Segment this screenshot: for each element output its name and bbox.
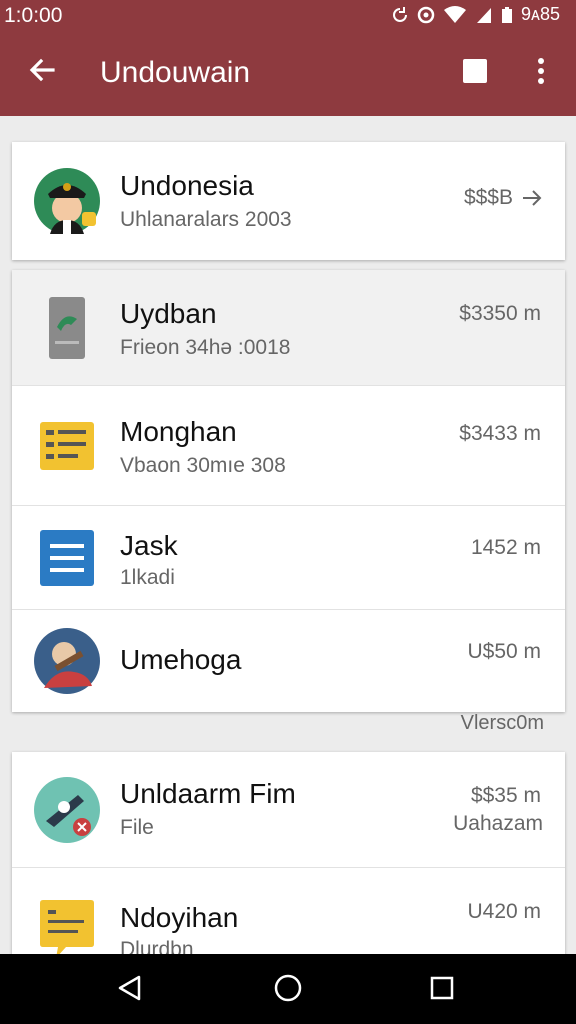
list-item-amount: $3433 m — [459, 422, 541, 445]
list-item-subtitle: 1lkadi — [120, 566, 175, 589]
photo-avatar-icon — [34, 628, 100, 694]
more-vert-icon — [537, 57, 545, 90]
header-row[interactable]: Undonesia Uhlanaralars 2003 $$$B — [12, 142, 565, 260]
header-title: Undonesia — [120, 170, 254, 201]
nav-recents-button[interactable] — [424, 972, 460, 1008]
list-item-title: Uydban — [120, 298, 217, 329]
list-item[interactable]: Unldaarm Fim File $$35 m Uahazam — [12, 752, 565, 868]
more-options-button[interactable] — [528, 56, 554, 90]
header-amount: $$$B — [463, 186, 513, 209]
navigation-bar — [0, 954, 576, 1024]
sync-icon — [391, 6, 409, 24]
app-bar: 1:0:00 9ᴀ85 Undouwain — [0, 0, 576, 116]
battery-text: 9ᴀ85 — [521, 4, 560, 24]
header-card[interactable]: Undonesia Uhlanaralars 2003 $$$B — [12, 142, 565, 260]
list-item[interactable]: Monghan Vbaon 30mıe 308 $3433 m — [12, 386, 565, 506]
list-card-2: Unldaarm Fim File $$35 m Uahazam Ndoyiha… — [12, 752, 565, 962]
avatar — [34, 168, 100, 234]
list-item[interactable]: Uydban Frieon 34hə :0018 $3350 m — [12, 270, 565, 386]
list-item-title: Ndoyihan — [120, 902, 239, 933]
nav-back-button[interactable] — [112, 972, 148, 1008]
nav-home-icon — [273, 973, 303, 1008]
list-item-title: Jask — [120, 530, 178, 561]
list-item-amount-secondary: Uahazam — [453, 812, 543, 835]
toolbar: Undouwain — [0, 36, 576, 108]
nav-recents-icon — [430, 976, 454, 1005]
chat-yellow-icon — [34, 896, 100, 962]
nav-back-icon — [117, 975, 143, 1006]
list-item[interactable]: Umehoga U$50 m — [12, 610, 565, 712]
action-button[interactable] — [460, 58, 490, 88]
doc-yellow-icon — [34, 413, 100, 479]
list-card: Uydban Frieon 34hə :0018 $3350 m Monghan… — [12, 270, 565, 712]
file-green-icon — [34, 295, 100, 361]
battery-icon — [501, 6, 513, 24]
list-item-amount: U$50 m — [467, 640, 541, 663]
wifi-icon — [443, 5, 467, 24]
section-caption: Vlersc0m — [460, 712, 544, 734]
list-item[interactable]: Jask 1lkadi 1452 m — [12, 506, 565, 610]
header-subtitle: Uhlanaralars 2003 — [120, 208, 292, 231]
list-item-title: Unldaarm Fim — [120, 778, 296, 809]
list-item[interactable]: Ndoyihan Dlurdbn U420 m — [12, 868, 565, 962]
arrow-back-icon — [27, 55, 57, 90]
status-icons: 9ᴀ85 — [391, 4, 560, 25]
doc-blue-icon — [34, 525, 100, 591]
status-time: 1:0:00 — [4, 4, 63, 27]
list-item-subtitle: File — [120, 816, 154, 839]
list-item-title: Umehoga — [120, 644, 242, 675]
list-item-amount: $3350 m — [459, 302, 541, 325]
nav-home-button[interactable] — [270, 972, 306, 1008]
list-item-amount: U420 m — [467, 900, 541, 923]
page-title: Undouwain — [100, 56, 251, 89]
signal-icon — [475, 6, 493, 24]
alarm-icon — [417, 6, 435, 24]
list-item-amount: $$35 m — [470, 784, 541, 807]
list-item-subtitle: Frieon 34hə :0018 — [120, 336, 291, 359]
list-item-amount: 1452 m — [470, 536, 541, 559]
list-item-subtitle: Vbaon 30mıe 308 — [120, 454, 286, 477]
status-bar: 1:0:00 9ᴀ85 — [0, 0, 576, 30]
list-item-title: Monghan — [120, 416, 237, 447]
globe-pen-icon — [34, 777, 100, 843]
square-icon — [462, 58, 488, 89]
chevron-right-icon — [521, 187, 543, 209]
back-button[interactable] — [24, 54, 60, 90]
